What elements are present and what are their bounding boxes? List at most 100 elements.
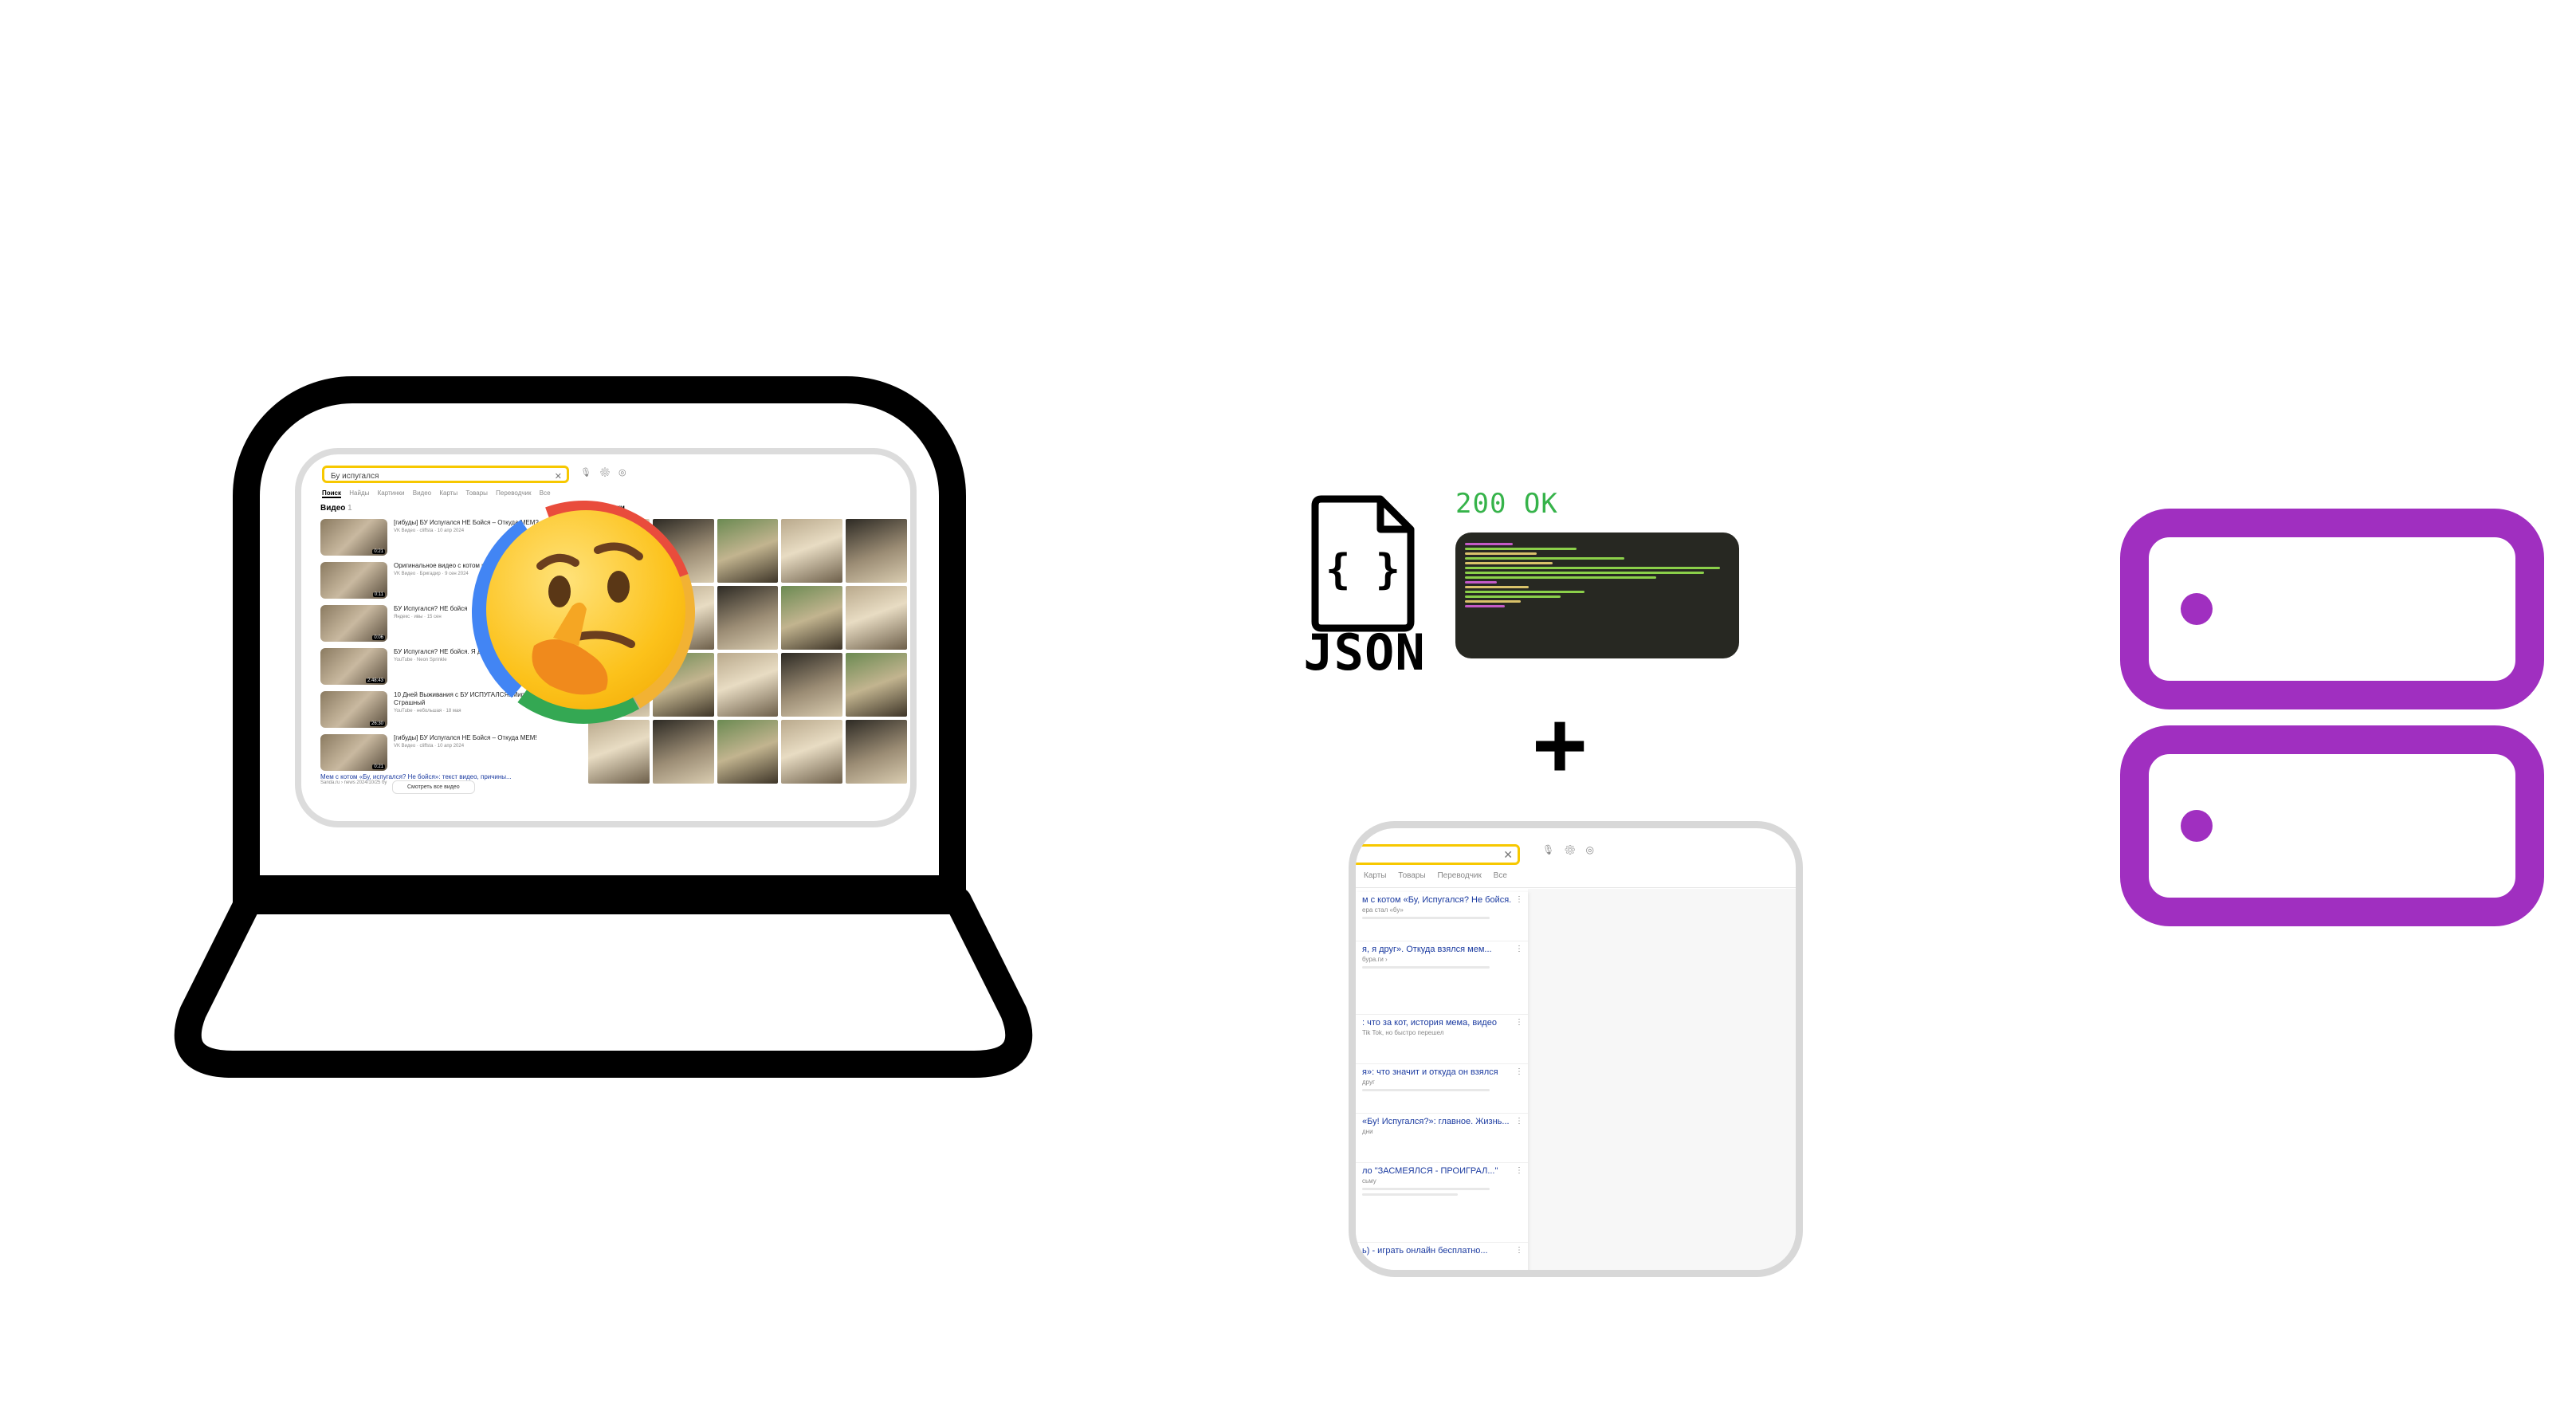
- result-title[interactable]: я, я друг». Откуда взялся мем...: [1362, 945, 1522, 954]
- result-snippet: ера стал «бу»: [1362, 906, 1404, 914]
- tab-finds[interactable]: Найды: [349, 489, 369, 497]
- video-thumbnail[interactable]: 2:48:43: [320, 648, 387, 685]
- clear-icon[interactable]: ✕: [1503, 848, 1513, 862]
- json-label: JSON: [1303, 623, 1426, 682]
- video-thumbnail[interactable]: 0:06: [320, 605, 387, 642]
- result-title[interactable]: я»: что значит и откуда он взялся: [1362, 1067, 1522, 1077]
- partial-search-results: ✕ 🎙⚙◎ Карты Товары Переводчик Все м с ко…: [1349, 821, 1803, 1277]
- video-thumbnail[interactable]: 0:21: [320, 734, 387, 771]
- tab-maps[interactable]: Карты: [439, 489, 457, 497]
- divider: [1356, 887, 1796, 888]
- image-thumbnail[interactable]: [781, 653, 843, 717]
- list-item[interactable]: ло "ЗАСМЕЯЛСЯ - ПРОИГРАЛ..." сьму ⋮: [1356, 1163, 1528, 1243]
- text-result[interactable]: Мем с котом «Бу, испугался? Не бойся»: т…: [320, 773, 575, 785]
- code-line: [1465, 586, 1529, 588]
- result-title[interactable]: : что за кот, история мема, видео: [1362, 1018, 1522, 1028]
- more-icon[interactable]: ⋮: [1515, 945, 1523, 953]
- image-thumbnail[interactable]: [846, 586, 907, 650]
- video-title[interactable]: [гибуды] БУ Испугался НЕ Бойся – Откуда …: [394, 734, 537, 742]
- image-thumbnail[interactable]: [781, 720, 843, 784]
- image-thumbnail[interactable]: [846, 720, 907, 784]
- server-icon: [2120, 725, 2544, 926]
- more-icon[interactable]: ⋮: [1515, 1246, 1523, 1255]
- image-thumbnail[interactable]: [717, 519, 779, 583]
- code-line: [1465, 605, 1505, 607]
- tab-search[interactable]: Поиск: [322, 489, 342, 498]
- microphone-icon[interactable]: 🎙: [580, 468, 599, 477]
- list-item[interactable]: я, я друг». Откуда взялся мем... бура.ги…: [1356, 941, 1528, 1015]
- image-thumbnail[interactable]: [717, 720, 779, 784]
- more-icon[interactable]: ⋮: [1515, 1018, 1523, 1027]
- code-line: [1465, 567, 1720, 569]
- more-icon[interactable]: ⋮: [1515, 1166, 1523, 1175]
- video-thumbnail[interactable]: 26:30: [320, 691, 387, 728]
- image-thumbnail[interactable]: [717, 653, 779, 717]
- code-line: [1465, 576, 1656, 579]
- result-title[interactable]: м с котом «Бу, Испугался? Не бойся.: [1362, 895, 1522, 905]
- plus-sign: +: [1531, 692, 1588, 799]
- image-thumbnail[interactable]: [846, 519, 907, 583]
- result-snippet: друг: [1362, 1079, 1375, 1086]
- search-query: Бу испугался: [331, 472, 379, 481]
- result-list: м с котом «Бу, Испугался? Не бойся. ера …: [1356, 892, 1528, 1270]
- code-line: [1465, 543, 1513, 545]
- more-icon[interactable]: ⋮: [1515, 895, 1523, 904]
- result-snippet: сьму: [1362, 1177, 1376, 1185]
- filter-icon[interactable]: ⚙: [599, 468, 618, 477]
- result-snippet: Tik Tok, но быстро перешел: [1362, 1029, 1444, 1036]
- image-thumbnail[interactable]: [846, 653, 907, 717]
- microphone-icon[interactable]: 🎙: [1542, 844, 1564, 855]
- snippet-line: [1362, 1089, 1490, 1091]
- empty-panel: [1528, 889, 1796, 1270]
- tab-images[interactable]: Картинки: [378, 489, 405, 497]
- search-input[interactable]: Бу испугался ✕: [322, 466, 569, 483]
- tab-all[interactable]: Все: [1494, 871, 1507, 880]
- video-result[interactable]: 0:21 [гибуды] БУ Испугался НЕ Бойся – От…: [320, 734, 575, 771]
- result-title[interactable]: «Бу! Испугался?»: главное. Жизнь...: [1362, 1117, 1522, 1126]
- code-line: [1465, 591, 1584, 593]
- list-item[interactable]: я»: что значит и откуда он взялся друг ⋮: [1356, 1064, 1528, 1114]
- list-item[interactable]: ь) - играть онлайн бесплатно... ⋮: [1356, 1243, 1528, 1270]
- tab-translator[interactable]: Переводчик: [1437, 871, 1481, 880]
- code-line: [1465, 572, 1704, 574]
- camera-icon[interactable]: ◎: [618, 468, 634, 477]
- list-item[interactable]: м с котом «Бу, Испугался? Не бойся. ера …: [1356, 892, 1528, 941]
- list-item[interactable]: «Бу! Испугался?»: главное. Жизнь... дни …: [1356, 1114, 1528, 1163]
- video-thumbnail[interactable]: 0:21: [320, 519, 387, 556]
- result-snippet: дни: [1362, 1128, 1373, 1135]
- tab-video[interactable]: Видео: [413, 489, 431, 497]
- filter-icon[interactable]: ⚙: [1564, 844, 1585, 855]
- video-meta: Яндекс · ивы · 15 сен: [394, 615, 442, 619]
- image-thumbnail[interactable]: [717, 586, 779, 650]
- code-line: [1465, 562, 1553, 564]
- camera-icon[interactable]: ◎: [1585, 844, 1603, 855]
- clear-icon[interactable]: ✕: [555, 468, 562, 485]
- code-line: [1465, 548, 1577, 550]
- snippet-line: [1362, 966, 1490, 969]
- code-line: [1465, 581, 1497, 584]
- tab-products[interactable]: Товары: [1398, 871, 1425, 880]
- more-icon[interactable]: ⋮: [1515, 1067, 1523, 1076]
- tab-maps[interactable]: Карты: [1364, 871, 1387, 880]
- video-thumbnail[interactable]: 0:11: [320, 562, 387, 599]
- search-input[interactable]: ✕: [1356, 844, 1520, 865]
- result-title[interactable]: ь) - играть онлайн бесплатно...: [1362, 1246, 1522, 1256]
- server-led-top: [2181, 593, 2213, 625]
- code-line: [1465, 600, 1521, 603]
- server-icon: [2120, 509, 2544, 709]
- more-icon[interactable]: ⋮: [1515, 1117, 1523, 1126]
- snippet-line: [1362, 1188, 1490, 1190]
- video-title[interactable]: БУ Испугался? НЕ бойся: [394, 605, 467, 613]
- thinking-face-features: [532, 542, 643, 695]
- search-tabs: Карты Товары Переводчик Все: [1364, 871, 1517, 880]
- image-thumbnail[interactable]: [781, 519, 843, 583]
- text-result-title[interactable]: Мем с котом «Бу, испугался? Не бойся»: т…: [320, 773, 575, 780]
- snippet-line: [1362, 1193, 1458, 1196]
- image-thumbnail[interactable]: [781, 586, 843, 650]
- result-title[interactable]: ло "ЗАСМЕЯЛСЯ - ПРОИГРАЛ...": [1362, 1166, 1522, 1176]
- json-file-icon: { }: [1311, 495, 1415, 632]
- laptop-base: [174, 887, 1033, 1078]
- code-line: [1465, 557, 1624, 560]
- json-response-code: [1455, 533, 1739, 658]
- list-item[interactable]: : что за кот, история мема, видео Tik To…: [1356, 1015, 1528, 1064]
